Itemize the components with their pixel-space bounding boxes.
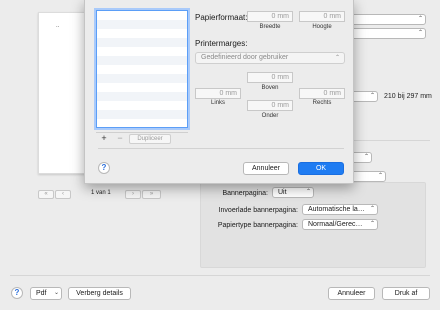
last-page-button[interactable]: »: [142, 190, 161, 199]
print-button[interactable]: Druk af: [382, 287, 430, 300]
bottom-margin-field[interactable]: 0 mm: [247, 100, 293, 111]
sheet-ok-button[interactable]: OK: [298, 162, 344, 175]
sheet-divider: [98, 148, 344, 149]
width-caption: Breedte: [259, 24, 281, 30]
dropdown-chevron-icon: ⌄: [53, 290, 59, 296]
sheet-help-button[interactable]: ?: [98, 162, 110, 174]
list-row: [97, 74, 187, 83]
left-margin-caption: Links: [210, 100, 225, 106]
left-margin-field[interactable]: 0 mm: [195, 88, 241, 99]
updown-chevron-icon: ⌃: [305, 189, 311, 195]
preview-mark: ..: [56, 23, 60, 29]
height-caption: Hoogte: [312, 24, 332, 30]
height-field[interactable]: 0 mm: [299, 11, 345, 22]
updown-chevron-icon: ⌃: [369, 221, 375, 227]
first-page-button[interactable]: «: [38, 190, 54, 199]
hide-details-button[interactable]: Verberg details: [68, 287, 131, 300]
list-row: [97, 110, 187, 119]
updown-chevron-icon: ⌃: [369, 93, 375, 99]
section-divider: [352, 140, 430, 141]
list-row: [97, 38, 187, 47]
bottom-margin-caption: Onder: [261, 113, 279, 119]
banner-page-label: Bannerpagina:: [222, 190, 268, 197]
custom-paper-size-sheet: + − Dupliceer Papierformaat: 0 mm Breedt…: [84, 0, 354, 184]
right-margin-field[interactable]: 0 mm: [299, 88, 345, 99]
page-preview: ..: [38, 12, 88, 174]
updown-chevron-icon: ⌃: [363, 154, 369, 160]
list-row: [97, 92, 187, 101]
duplicate-button[interactable]: Dupliceer: [129, 134, 171, 144]
updown-chevron-icon: ⌃: [417, 16, 423, 22]
margins-select-value: Gedefinieerd door gebruiker: [201, 54, 289, 61]
updown-chevron-icon: ⌃: [369, 206, 375, 212]
remove-size-button[interactable]: −: [114, 134, 126, 144]
footer-divider: [10, 275, 430, 276]
paper-format-title: Papierformaat:: [195, 13, 248, 22]
previous-page-button[interactable]: ‹: [55, 190, 71, 199]
paper-size-dimensions: 210 bij 297 mm: [384, 93, 432, 100]
list-row: [97, 20, 187, 29]
banner-page-select[interactable]: Uit ⌃: [272, 187, 314, 198]
right-margin-caption: Rechts: [312, 100, 332, 106]
custom-sizes-list[interactable]: [96, 10, 188, 128]
insert-banner-value: Automatische la…: [308, 206, 365, 213]
updown-chevron-icon: ⌃: [334, 55, 340, 61]
help-button[interactable]: ?: [11, 287, 23, 299]
cancel-print-button[interactable]: Annuleer: [328, 287, 375, 300]
top-margin-field[interactable]: 0 mm: [247, 72, 293, 83]
updown-chevron-icon: ⌃: [417, 30, 423, 36]
sheet-cancel-button[interactable]: Annuleer: [243, 162, 289, 175]
width-field[interactable]: 0 mm: [247, 11, 293, 22]
list-row: [97, 56, 187, 65]
printer-margins-title: Printermarges:: [195, 39, 248, 48]
list-controls-divider: [96, 132, 188, 133]
margins-select[interactable]: Gedefinieerd door gebruiker ⌃: [195, 52, 345, 64]
top-margin-caption: Boven: [261, 85, 279, 91]
pdf-menu-button[interactable]: Pdf ⌄: [30, 287, 62, 300]
insert-banner-label: Invoerlade bannerpagina:: [218, 207, 298, 214]
page-indicator: 1 van 1: [91, 190, 111, 196]
paper-type-banner-select[interactable]: Normaal/Gerec… ⌃: [302, 219, 378, 230]
paper-type-banner-value: Normaal/Gerec…: [308, 221, 363, 228]
updown-chevron-icon: ⌃: [377, 173, 383, 179]
insert-banner-select[interactable]: Automatische la… ⌃: [302, 204, 378, 215]
next-page-button[interactable]: ›: [125, 190, 141, 199]
add-size-button[interactable]: +: [98, 134, 110, 144]
paper-type-banner-label: Papiertype bannerpagina:: [217, 222, 298, 229]
banner-page-value: Uit: [278, 189, 287, 196]
pdf-label: Pdf: [36, 290, 47, 297]
